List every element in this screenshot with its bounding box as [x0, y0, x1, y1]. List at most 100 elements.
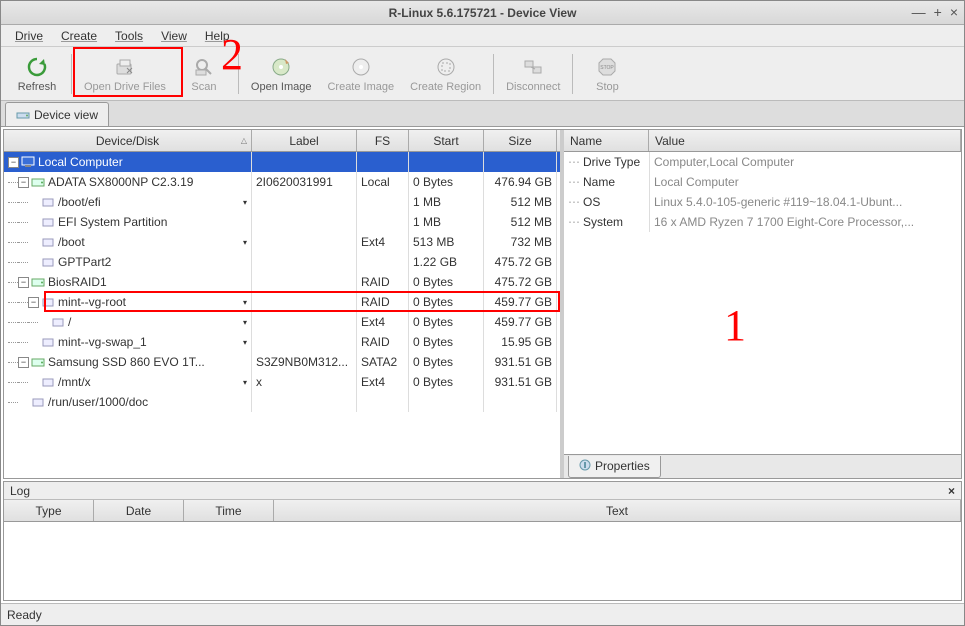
menu-drive[interactable]: Drive: [7, 27, 51, 45]
label-cell: S3Z9NB0M312...: [252, 352, 357, 372]
table-row[interactable]: /▾Ext40 Bytes459.77 GB: [4, 312, 560, 332]
expander-icon[interactable]: −: [18, 277, 29, 288]
device-cell: −Samsung SSD 860 EVO 1T...: [4, 352, 252, 372]
close-icon[interactable]: ×: [950, 4, 958, 20]
log-header: Type Date Time Text: [4, 500, 961, 522]
col-fs[interactable]: FS: [357, 130, 409, 151]
scan-label: Scan: [191, 81, 216, 93]
minimize-icon[interactable]: —: [912, 4, 926, 20]
menu-create[interactable]: Create: [53, 27, 105, 45]
property-row[interactable]: ⋯System16 x AMD Ryzen 7 1700 Eight-Core …: [564, 212, 961, 232]
disconnect-button[interactable]: Disconnect: [498, 49, 568, 99]
stop-button[interactable]: STOP Stop: [577, 49, 637, 99]
chevron-down-icon[interactable]: ▾: [243, 238, 247, 247]
label-cell: [252, 252, 357, 272]
expander-icon[interactable]: −: [8, 157, 19, 168]
expander-icon[interactable]: −: [18, 357, 29, 368]
device-cell: EFI System Partition: [4, 212, 252, 232]
disconnect-icon: [521, 55, 545, 79]
titlebar: R-Linux 5.6.175721 - Device View — + ×: [1, 1, 964, 25]
col-device[interactable]: Device/Disk△: [4, 130, 252, 151]
open-image-icon: [269, 55, 293, 79]
col-label[interactable]: Label: [252, 130, 357, 151]
start-cell: 0 Bytes: [409, 272, 484, 292]
refresh-button[interactable]: Refresh: [7, 49, 67, 99]
create-image-button[interactable]: Create Image: [319, 49, 402, 99]
chevron-down-icon[interactable]: ▾: [243, 298, 247, 307]
device-cell: −Local Computer: [4, 152, 252, 172]
chevron-down-icon[interactable]: ▾: [243, 198, 247, 207]
properties-body: ⋯Drive TypeComputer,Local Computer⋯NameL…: [564, 152, 961, 454]
col-prop-value[interactable]: Value: [649, 130, 961, 151]
device-cell: mint--vg-swap_1▾: [4, 332, 252, 352]
col-start[interactable]: Start: [409, 130, 484, 151]
tab-device-view-label: Device view: [34, 108, 98, 122]
main-content: Device/Disk△ Label FS Start Size −Local …: [3, 129, 962, 479]
chevron-down-icon[interactable]: ▾: [243, 338, 247, 347]
prop-name: ⋯System: [564, 212, 649, 232]
tab-properties[interactable]: Properties: [568, 456, 661, 478]
prop-value: Linux 5.4.0-105-generic #119~18.04.1-Ubu…: [649, 192, 961, 212]
sort-asc-icon: △: [241, 136, 247, 145]
log-close-icon[interactable]: ×: [948, 484, 955, 498]
table-row[interactable]: −Local Computer: [4, 152, 560, 172]
size-cell: 931.51 GB: [484, 352, 557, 372]
size-cell: [484, 152, 557, 172]
disk-green-icon: [31, 176, 45, 188]
col-log-date[interactable]: Date: [94, 500, 184, 521]
start-cell: 1.22 GB: [409, 252, 484, 272]
device-cell: GPTPart2: [4, 252, 252, 272]
chevron-down-icon[interactable]: ▾: [243, 378, 247, 387]
maximize-icon[interactable]: +: [934, 4, 942, 20]
table-row[interactable]: −mint--vg-root▾RAID0 Bytes459.77 GB: [4, 292, 560, 312]
chevron-down-icon[interactable]: ▾: [243, 318, 247, 327]
part-icon: [41, 296, 55, 308]
menu-tools[interactable]: Tools: [107, 27, 151, 45]
open-drive-files-icon: [113, 55, 137, 79]
table-row[interactable]: /boot/efi▾1 MB512 MB: [4, 192, 560, 212]
fs-cell: [357, 212, 409, 232]
table-row[interactable]: −Samsung SSD 860 EVO 1T...S3Z9NB0M312...…: [4, 352, 560, 372]
property-row[interactable]: ⋯NameLocal Computer: [564, 172, 961, 192]
label-cell: [252, 332, 357, 352]
table-row[interactable]: GPTPart2 1.22 GB475.72 GB: [4, 252, 560, 272]
part-icon: [51, 316, 65, 328]
create-region-button[interactable]: Create Region: [402, 49, 489, 99]
menu-view[interactable]: View: [153, 27, 195, 45]
device-name: /: [68, 315, 71, 329]
menu-help[interactable]: Help: [197, 27, 238, 45]
device-name: /run/user/1000/doc: [48, 395, 148, 409]
part-icon: [41, 256, 55, 268]
col-size[interactable]: Size: [484, 130, 557, 151]
table-row[interactable]: −ADATA SX8000NP C2.3.192I0620031991Local…: [4, 172, 560, 192]
stop-label: Stop: [596, 81, 619, 93]
col-prop-name[interactable]: Name: [564, 130, 649, 151]
device-view-icon: [16, 106, 30, 123]
size-cell: 475.72 GB: [484, 252, 557, 272]
prop-name: ⋯OS: [564, 192, 649, 212]
scan-button[interactable]: Scan: [174, 49, 234, 99]
table-row[interactable]: /run/user/1000/doc: [4, 392, 560, 412]
col-log-type[interactable]: Type: [4, 500, 94, 521]
col-log-text[interactable]: Text: [274, 500, 961, 521]
open-image-button[interactable]: Open Image: [243, 49, 320, 99]
window-title: R-Linux 5.6.175721 - Device View: [389, 6, 577, 20]
property-row[interactable]: ⋯Drive TypeComputer,Local Computer: [564, 152, 961, 172]
table-row[interactable]: EFI System Partition1 MB512 MB: [4, 212, 560, 232]
table-row[interactable]: mint--vg-swap_1▾RAID0 Bytes15.95 GB: [4, 332, 560, 352]
part-icon: [41, 196, 55, 208]
open-drive-files-button[interactable]: Open Drive Files: [76, 49, 174, 99]
expander-icon[interactable]: −: [28, 297, 39, 308]
tab-properties-label: Properties: [595, 459, 650, 473]
tab-device-view[interactable]: Device view: [5, 102, 109, 126]
device-tree-body[interactable]: −Local Computer−ADATA SX8000NP C2.3.192I…: [4, 152, 560, 478]
table-row[interactable]: −BiosRAID1RAID0 Bytes475.72 GB: [4, 272, 560, 292]
expander-icon[interactable]: −: [18, 177, 29, 188]
start-cell: 1 MB: [409, 212, 484, 232]
property-row[interactable]: ⋯OSLinux 5.4.0-105-generic #119~18.04.1-…: [564, 192, 961, 212]
table-row[interactable]: /mnt/x▾xExt40 Bytes931.51 GB: [4, 372, 560, 392]
label-cell: [252, 232, 357, 252]
table-row[interactable]: /boot▾Ext4513 MB732 MB: [4, 232, 560, 252]
col-log-time[interactable]: Time: [184, 500, 274, 521]
device-name: BiosRAID1: [48, 275, 107, 289]
